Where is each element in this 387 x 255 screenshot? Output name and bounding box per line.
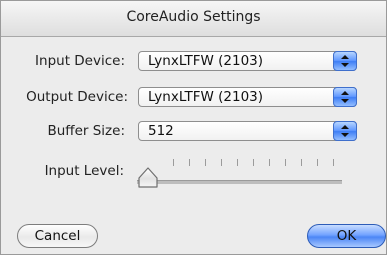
- slider-tick: [269, 159, 270, 166]
- slider-tick: [221, 159, 222, 166]
- slider-tick: [285, 159, 286, 166]
- buffer-size-popup[interactable]: 512: [138, 121, 357, 141]
- input-device-popup[interactable]: LynxLTFW (2103): [138, 51, 357, 71]
- input-device-value: LynxLTFW (2103): [148, 53, 264, 69]
- slider-tick: [301, 159, 302, 166]
- slider-tick: [253, 159, 254, 166]
- slider-tick: [189, 159, 190, 166]
- popup-arrows-icon: [333, 51, 357, 71]
- buffer-size-value: 512: [148, 123, 174, 139]
- slider-tick: [173, 159, 174, 166]
- slider-tick: [237, 159, 238, 166]
- output-device-value: LynxLTFW (2103): [148, 89, 264, 105]
- input-level-slider[interactable]: [137, 180, 342, 184]
- input-level-label: Input Level:: [44, 163, 124, 179]
- slider-thumb[interactable]: [137, 167, 159, 189]
- input-device-label: Input Device:: [35, 53, 125, 69]
- slider-thumb-icon: [138, 167, 158, 188]
- titlebar: CoreAudio Settings: [1, 1, 386, 37]
- slider-tick: [333, 159, 334, 166]
- popup-arrows-icon: [333, 121, 357, 141]
- ok-button[interactable]: OK: [307, 224, 386, 248]
- slider-tick: [205, 159, 206, 166]
- popup-arrows-icon: [333, 87, 357, 107]
- output-device-label: Output Device:: [26, 89, 128, 105]
- slider-tick: [317, 159, 318, 166]
- coreaudio-settings-dialog: CoreAudio Settings Input Device: LynxLTF…: [0, 0, 387, 255]
- cancel-button[interactable]: Cancel: [17, 224, 98, 248]
- buffer-size-label: Buffer Size:: [47, 123, 125, 139]
- output-device-popup[interactable]: LynxLTFW (2103): [138, 87, 357, 107]
- window-title: CoreAudio Settings: [126, 9, 261, 25]
